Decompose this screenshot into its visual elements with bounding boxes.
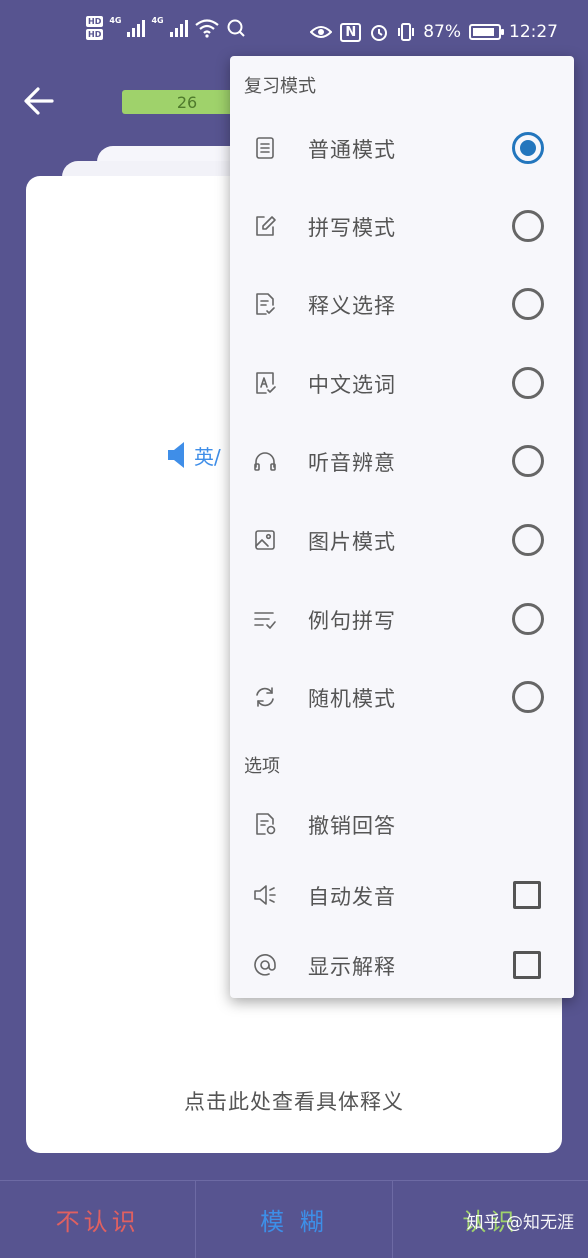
pronunciation-label: 英/	[194, 444, 221, 469]
battery-percent: 87%	[423, 22, 461, 42]
checkbox-show-explanation[interactable]	[513, 951, 541, 979]
edit-icon	[256, 216, 276, 236]
vibrate-icon	[398, 23, 415, 41]
signal-icon	[127, 19, 146, 37]
refresh-icon	[256, 687, 274, 707]
menu-item-undo-answer[interactable]: 撤销回答	[230, 794, 574, 854]
menu-item-label: 普通模式	[308, 138, 396, 162]
menu-item-definition-choice[interactable]: 释义选择	[230, 274, 574, 334]
status-right: N 87% 12:27	[310, 22, 558, 42]
search-a-icon	[227, 19, 245, 37]
menu-item-random-mode[interactable]: 随机模式	[230, 667, 574, 727]
list-check-icon	[254, 612, 276, 629]
radio-listening-mode[interactable]	[512, 445, 544, 477]
menu-item-normal-mode[interactable]: 普通模式	[230, 118, 574, 178]
doc-undo-icon	[256, 813, 276, 835]
radio-random-mode[interactable]	[512, 681, 544, 713]
menu-item-label: 图片模式	[308, 530, 396, 554]
doc-check-icon	[256, 293, 275, 315]
back-arrow-icon[interactable]	[22, 84, 56, 118]
section-review-mode: 复习模式	[244, 76, 316, 97]
menu-item-label: 中文选词	[308, 373, 396, 397]
signal-icon-2	[169, 19, 188, 37]
radio-normal-mode[interactable]	[512, 132, 544, 164]
review-mode-menu: 复习模式 普通模式 拼写模式 释义选择 中文选词 听音辨意 图片模式 例句拼写 …	[230, 56, 574, 998]
menu-item-label: 例句拼写	[308, 609, 396, 633]
progress-value: 26	[176, 92, 198, 112]
menu-item-label: 释义选择	[308, 294, 396, 318]
menu-item-label: 显示解释	[308, 955, 396, 979]
hd-bottom-label: HD	[86, 29, 104, 40]
speaker-outline-icon	[254, 885, 276, 905]
checkbox-auto-pronounce[interactable]	[513, 881, 541, 909]
nfc-icon: N	[340, 22, 362, 42]
definition-hint[interactable]: 点击此处查看具体释义	[0, 1086, 588, 1116]
network-label-1: 4G	[109, 16, 122, 25]
fuzzy-button[interactable]: 模 糊	[195, 1181, 391, 1258]
image-icon	[255, 530, 275, 550]
network-label-2: 4G	[151, 16, 164, 25]
menu-item-spelling-mode[interactable]: 拼写模式	[230, 196, 574, 256]
radio-sentence-spelling[interactable]	[512, 603, 544, 635]
wifi-icon	[194, 19, 219, 38]
hd-top-label: HD	[86, 16, 104, 27]
speaker-icon	[168, 442, 184, 468]
letter-check-icon	[256, 372, 276, 394]
section-options: 选项	[244, 756, 280, 777]
menu-item-label: 自动发音	[308, 885, 396, 909]
eye-icon	[310, 26, 333, 38]
menu-item-show-explanation[interactable]: 显示解释	[230, 935, 574, 995]
menu-item-chinese-word-choice[interactable]: 中文选词	[230, 353, 574, 413]
menu-item-picture-mode[interactable]: 图片模式	[230, 510, 574, 570]
hd-indicator: HD HD	[86, 16, 104, 40]
headphones-icon	[254, 452, 276, 471]
menu-item-listening-mode[interactable]: 听音辨意	[230, 431, 574, 491]
menu-item-label: 听音辨意	[308, 451, 396, 475]
menu-item-label: 撤销回答	[308, 814, 396, 838]
watermark: 知乎 @知无涯	[466, 1213, 574, 1233]
radio-picture-mode[interactable]	[512, 524, 544, 556]
status-left: HD HD 4G 4G	[86, 16, 246, 40]
menu-item-label: 随机模式	[308, 687, 396, 711]
battery-icon	[469, 24, 504, 40]
menu-item-label: 拼写模式	[308, 216, 396, 240]
menu-item-sentence-spelling[interactable]: 例句拼写	[230, 589, 574, 649]
document-icon	[256, 137, 274, 159]
radio-spelling-mode[interactable]	[512, 210, 544, 242]
menu-item-auto-pronounce[interactable]: 自动发音	[230, 865, 574, 925]
clock: 12:27	[509, 22, 558, 42]
radio-chinese-word-choice[interactable]	[512, 367, 544, 399]
radio-definition-choice[interactable]	[512, 288, 544, 320]
at-icon	[254, 954, 276, 976]
pronunciation-button[interactable]: 英/	[166, 440, 221, 470]
alarm-icon	[371, 25, 388, 41]
unknown-button[interactable]: 不认识	[0, 1181, 195, 1258]
